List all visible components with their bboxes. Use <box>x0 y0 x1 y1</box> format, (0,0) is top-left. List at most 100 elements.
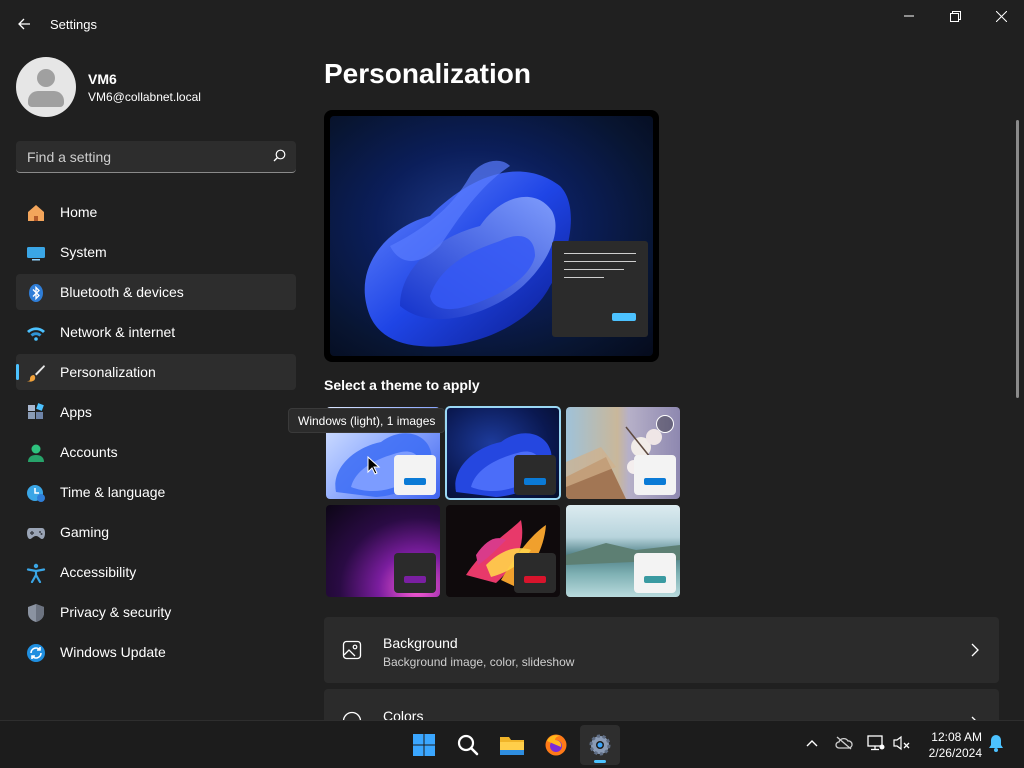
sidebar-item-home[interactable]: Home <box>16 194 296 230</box>
apps-icon <box>28 403 44 419</box>
sidebar-item-windows-update[interactable]: Windows Update <box>16 634 296 670</box>
restore-icon <box>949 10 961 22</box>
sidebar-item-label: Personalization <box>60 364 156 380</box>
back-button[interactable] <box>10 10 38 38</box>
active-app-indicator <box>594 760 606 763</box>
home-icon <box>28 205 44 221</box>
sidebar-item-apps[interactable]: Apps <box>16 394 296 430</box>
chevron-up-icon <box>806 740 818 747</box>
system-icon <box>27 247 45 261</box>
back-arrow-icon <box>18 18 30 30</box>
restore-button[interactable] <box>932 4 978 28</box>
sidebar-item-accessibility[interactable]: Accessibility <box>16 554 296 590</box>
background-card[interactable]: Background Background image, color, slid… <box>324 617 999 683</box>
sidebar-item-label: Apps <box>60 404 92 420</box>
themes-label: Select a theme to apply <box>324 377 480 393</box>
firefox-button[interactable] <box>536 725 576 765</box>
sidebar-item-gaming[interactable]: Gaming <box>16 514 296 550</box>
settings-search <box>16 141 296 173</box>
colors-card[interactable]: Colors <box>324 689 999 720</box>
volume-button[interactable] <box>892 733 912 753</box>
onedrive-button[interactable] <box>834 733 854 753</box>
theme-tooltip: Windows (light), 1 images <box>288 408 446 433</box>
theme-windows-spotlight[interactable] <box>566 407 680 499</box>
file-explorer-icon <box>500 737 524 755</box>
brush-icon <box>27 365 45 382</box>
sidebar-item-label: System <box>60 244 107 260</box>
shield-icon <box>28 604 44 622</box>
volume-muted-icon <box>893 735 910 751</box>
theme-flow[interactable] <box>566 505 680 597</box>
user-profile[interactable]: VM6 VM6@collabnet.local <box>16 57 201 117</box>
accessibility-icon <box>26 563 46 583</box>
start-button[interactable] <box>404 725 444 765</box>
sidebar-item-accounts[interactable]: Accounts <box>16 434 296 470</box>
page-title: Personalization <box>324 58 531 89</box>
sidebar-item-network[interactable]: Network & internet <box>16 314 296 350</box>
windows-start-icon <box>413 734 435 756</box>
theme-preview <box>324 110 659 362</box>
sidebar-item-label: Time & language <box>60 484 166 500</box>
sidebar-item-label: Accessibility <box>60 564 137 580</box>
sidebar-item-personalization[interactable]: Personalization <box>16 354 296 390</box>
accounts-icon <box>28 444 44 462</box>
sidebar-nav: Home System Bluetooth & devices Network … <box>16 194 296 674</box>
onedrive-icon <box>835 736 853 750</box>
show-hidden-icons-button[interactable] <box>802 733 822 753</box>
sidebar-item-bluetooth[interactable]: Bluetooth & devices <box>16 274 296 310</box>
theme-glow[interactable] <box>326 505 440 597</box>
profile-name: VM6 <box>88 70 117 87</box>
close-icon <box>995 10 1007 22</box>
clock-time: 12:08 AM <box>931 730 982 744</box>
sidebar-item-label: Bluetooth & devices <box>60 284 184 300</box>
sidebar-item-label: Gaming <box>60 524 110 540</box>
sidebar-item-system[interactable]: System <box>16 234 296 270</box>
mouse-cursor-icon <box>367 456 381 475</box>
palette-icon <box>342 711 362 720</box>
taskbar-search-button[interactable] <box>448 725 488 765</box>
app-title: Settings <box>50 17 97 32</box>
title-bar: Settings <box>0 0 1024 48</box>
spotlight-icon <box>656 415 674 433</box>
sidebar-item-label: Network & internet <box>60 324 176 340</box>
close-button[interactable] <box>978 4 1024 28</box>
sidebar-item-label: Windows Update <box>60 644 166 660</box>
file-explorer-button[interactable] <box>492 725 532 765</box>
sidebar-item-label: Privacy & security <box>60 604 172 620</box>
preview-window <box>552 241 648 337</box>
notification-center-button[interactable] <box>986 733 1006 753</box>
bell-icon <box>989 735 1003 752</box>
search-input[interactable] <box>16 141 266 172</box>
taskbar: 12:08 AM 2/26/2024 <box>0 720 1024 768</box>
clock-date: 2/26/2024 <box>928 746 982 760</box>
firefox-icon <box>545 734 567 756</box>
chevron-right-icon <box>971 643 979 657</box>
avatar <box>16 57 76 117</box>
bluetooth-icon <box>29 284 43 302</box>
card-subtitle: Background image, color, slideshow <box>383 655 575 669</box>
search-icon <box>457 734 479 756</box>
card-title: Background <box>383 635 458 651</box>
minimize-button[interactable] <box>886 4 932 28</box>
theme-captured-motion[interactable] <box>446 505 560 597</box>
gamepad-icon <box>27 528 45 539</box>
system-clock[interactable]: 12:08 AM 2/26/2024 <box>922 729 982 761</box>
profile-email: VM6@collabnet.local <box>88 89 201 104</box>
settings-icon <box>589 734 611 756</box>
theme-windows-dark[interactable] <box>445 406 561 500</box>
card-title: Colors <box>383 708 424 720</box>
sidebar-item-time-language[interactable]: Time & language <box>16 474 296 510</box>
sidebar-item-label: Home <box>60 204 98 220</box>
minimize-icon <box>904 15 914 17</box>
network-icon <box>867 735 885 751</box>
sidebar-item-label: Accounts <box>60 444 118 460</box>
update-icon <box>27 644 45 662</box>
network-button[interactable] <box>866 733 886 753</box>
wifi-icon <box>27 327 45 341</box>
time-language-icon <box>27 485 45 502</box>
sidebar-item-privacy-security[interactable]: Privacy & security <box>16 594 296 630</box>
settings-button[interactable] <box>580 725 620 765</box>
search-icon[interactable] <box>273 149 286 162</box>
scrollbar[interactable] <box>1016 120 1019 398</box>
image-icon <box>342 640 362 660</box>
